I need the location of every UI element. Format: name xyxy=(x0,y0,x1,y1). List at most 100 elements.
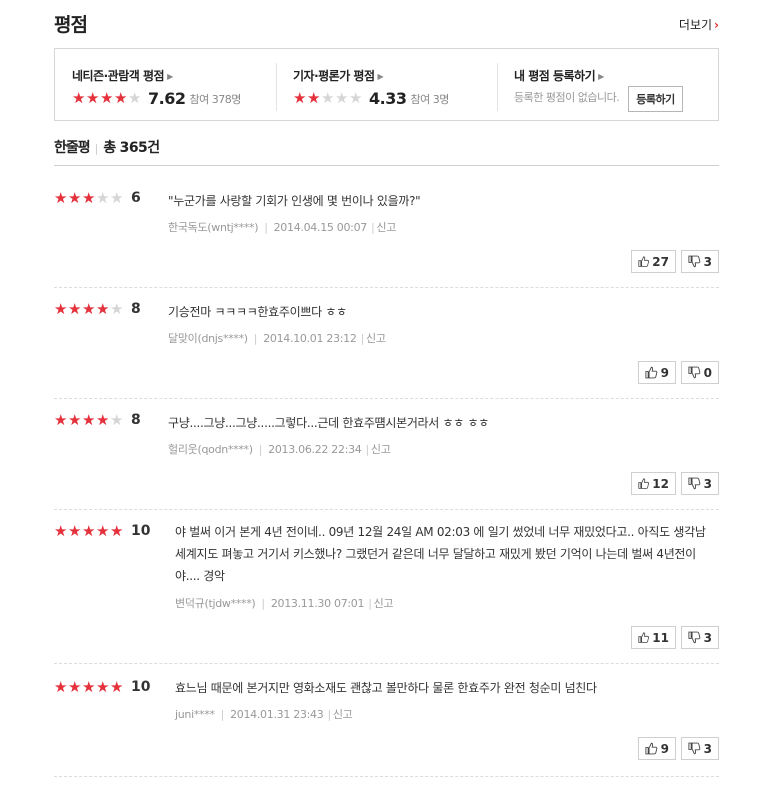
review-item: ★ ★ ★ ★ ★ 10 야 벌써 이거 본게 4년 전이네.. 09년 12월 24일 A… xyxy=(54,523,719,664)
dislike-count: 3 xyxy=(703,741,712,756)
netizen-rating-label: 네티즌·관람객 평점 xyxy=(72,69,165,83)
netizen-rating-link[interactable]: 네티즌·관람객 평점 ▶ xyxy=(72,67,276,84)
review-votes: 90 xyxy=(638,361,719,384)
star-icon: ★ xyxy=(54,521,68,540)
review-rating: ★ ★ ★ ★ ★ 10 xyxy=(54,523,150,539)
review-user[interactable]: 헐리웃(qodn****) xyxy=(168,443,253,456)
more-link[interactable]: 더보기 › xyxy=(679,16,719,33)
more-label: 더보기 xyxy=(678,18,713,32)
thumb-up-icon xyxy=(645,366,658,379)
review-score: 10 xyxy=(131,679,151,695)
dislike-button[interactable]: 3 xyxy=(681,737,719,760)
review-meta: 헐리웃(qodn****) | 2013.06.22 22:34 | 신고 xyxy=(168,441,391,457)
arrow-right-icon: ▶ xyxy=(167,72,173,81)
review-meta: 한국독도(wntj****) | 2014.04.15 00:07 | 신고 xyxy=(168,219,396,235)
divider: | xyxy=(371,221,375,234)
like-button[interactable]: 27 xyxy=(631,250,676,273)
chevron-right-icon: › xyxy=(714,18,719,32)
thumb-up-icon xyxy=(638,256,650,267)
review-score: 8 xyxy=(131,412,141,428)
review-rating: ★ ★ ★ ★ ★ 10 xyxy=(54,679,150,695)
review-meta: 변덕규(tjdw****) | 2013.11.30 07:01 | 신고 xyxy=(175,595,394,611)
review-total-count: 365건 xyxy=(119,140,161,156)
star-icon: ★ xyxy=(68,677,82,696)
review-score: 10 xyxy=(131,523,151,539)
dislike-button[interactable]: 3 xyxy=(681,626,719,649)
dislike-button[interactable]: 0 xyxy=(681,361,719,384)
review-meta: juni**** | 2014.01.31 23:43 | 신고 xyxy=(175,706,353,722)
star-icon: ★ xyxy=(307,89,321,107)
star-icon: ★ xyxy=(86,89,100,107)
review-date: 2013.06.22 22:34 xyxy=(268,443,362,456)
review-date: 2014.04.15 00:07 xyxy=(273,221,368,234)
like-button[interactable]: 12 xyxy=(631,472,676,495)
review-meta: 달맞이(dnjs****) | 2014.10.01 23:12 | 신고 xyxy=(168,330,386,346)
star-icon: ★ xyxy=(82,410,96,429)
my-rating-label: 내 평점 등록하기 xyxy=(514,69,596,83)
like-button[interactable]: 9 xyxy=(638,737,676,760)
dislike-button[interactable]: 3 xyxy=(681,250,719,273)
divider: | xyxy=(253,332,258,345)
like-button[interactable]: 11 xyxy=(631,626,676,649)
critic-rating: 기자·평론가 평점 ▶ ★ ★ ★ ★ ★ 4.33 참여 3명 xyxy=(276,49,497,120)
star-icon: ★ xyxy=(349,89,363,107)
thumb-down-icon xyxy=(688,255,701,268)
page-title: 평점 xyxy=(54,14,88,36)
report-link[interactable]: 신고 xyxy=(333,708,353,721)
review-text: 기승전마 ㅋㅋㅋㅋ한효주이쁘다 ㅎㅎ xyxy=(168,305,347,319)
star-icon: ★ xyxy=(110,299,124,318)
report-link[interactable]: 신고 xyxy=(366,332,386,345)
review-rating: ★ ★ ★ ★ ★ 8 xyxy=(54,412,141,428)
divider: | xyxy=(220,708,225,721)
critic-stars: ★ ★ ★ ★ ★ xyxy=(293,91,363,106)
arrow-right-icon: ▶ xyxy=(377,72,384,81)
star-icon: ★ xyxy=(68,188,82,207)
report-link[interactable]: 신고 xyxy=(376,221,396,234)
report-link[interactable]: 신고 xyxy=(374,597,394,610)
my-rating-link[interactable]: 내 평점 등록하기 ▶ xyxy=(514,67,718,84)
critic-rating-label: 기자·평론가 평점 xyxy=(293,69,375,83)
arrow-right-icon: ▶ xyxy=(598,72,604,81)
review-user[interactable]: juni**** xyxy=(175,708,215,721)
divider: | xyxy=(264,221,268,234)
review-stars: ★ ★ ★ ★ ★ xyxy=(54,521,124,540)
review-total-label: 총 xyxy=(103,140,116,156)
thumb-up-icon xyxy=(638,632,650,643)
review-stars: ★ ★ ★ ★ ★ xyxy=(54,677,124,696)
star-icon: ★ xyxy=(335,89,349,107)
netizen-stars: ★ ★ ★ ★ ★ xyxy=(72,91,142,106)
review-list-header: 한줄평 | 총 365건 xyxy=(54,137,719,166)
review-user[interactable]: 한국독도(wntj****) xyxy=(168,221,259,234)
star-icon: ★ xyxy=(110,521,124,540)
my-rating: 내 평점 등록하기 ▶ 등록한 평점이 없습니다. 등록하기 xyxy=(497,49,718,120)
report-link[interactable]: 신고 xyxy=(371,443,391,456)
star-icon: ★ xyxy=(68,410,82,429)
star-icon: ★ xyxy=(96,677,110,696)
star-icon: ★ xyxy=(114,89,128,107)
review-date: 2014.01.31 23:43 xyxy=(230,708,324,721)
star-icon: ★ xyxy=(72,89,86,107)
review-date: 2014.10.01 23:12 xyxy=(263,332,357,345)
divider: | xyxy=(365,443,370,456)
star-icon: ★ xyxy=(321,89,335,107)
review-user[interactable]: 변덕규(tjdw****) xyxy=(175,597,256,610)
thumb-up-icon xyxy=(638,478,650,489)
review-text: 구냥....그냥...그냥.....그렇다...근데 한효주떔시본거라서 ㅎㅎ … xyxy=(168,416,490,430)
divider: | xyxy=(360,332,365,345)
review-item: ★ ★ ★ ★ ★ 8 구냥....그냥...그냥.....그렇다...근데 한효주떔시본거… xyxy=(54,412,719,510)
register-rating-button[interactable]: 등록하기 xyxy=(628,86,683,112)
divider: | xyxy=(327,708,331,721)
divider: | xyxy=(258,443,263,456)
review-stars: ★ ★ ★ ★ ★ xyxy=(54,410,124,429)
like-button[interactable]: 9 xyxy=(638,361,676,384)
dislike-button[interactable]: 3 xyxy=(681,472,719,495)
star-icon: ★ xyxy=(82,188,96,207)
critic-participants: 참여 3명 xyxy=(410,92,449,106)
review-user[interactable]: 달맞이(dnjs****) xyxy=(168,332,248,345)
critic-rating-link[interactable]: 기자·평론가 평점 ▶ xyxy=(293,67,497,84)
thumb-down-icon xyxy=(688,742,701,755)
like-count: 12 xyxy=(652,476,669,491)
review-list-title: 한줄평 xyxy=(54,140,91,156)
review-rating: ★ ★ ★ ★ ★ 6 xyxy=(54,190,141,206)
review-item: ★ ★ ★ ★ ★ 10 효느님 때문에 본거지만 영화소재도 괜찮고 볼만하다 물론 한효… xyxy=(54,679,719,777)
